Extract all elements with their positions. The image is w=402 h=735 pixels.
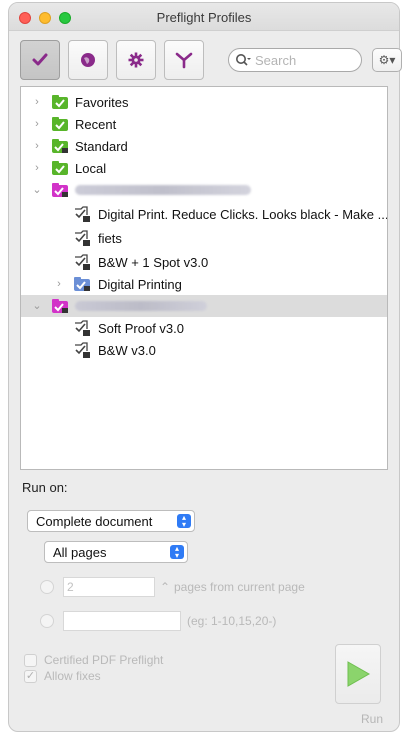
magenta-check-folder-icon bbox=[52, 183, 68, 197]
select-stepper-icon: ▴ ▾ bbox=[177, 514, 191, 529]
play-icon bbox=[347, 661, 371, 687]
run-on-label: Run on: bbox=[22, 480, 68, 495]
blue-check-locked-folder-icon bbox=[74, 277, 90, 291]
pages-from-label: pages from current page bbox=[174, 580, 305, 594]
chevron-right-icon[interactable]: › bbox=[31, 96, 43, 108]
tree-item-label: Soft Proof v3.0 bbox=[98, 320, 184, 336]
gear-icon bbox=[128, 52, 144, 68]
tree-item-label: Favorites bbox=[75, 94, 129, 110]
green-check-folder-icon bbox=[52, 117, 68, 131]
search-icon bbox=[236, 54, 251, 66]
tree-item-label: Standard bbox=[75, 138, 128, 154]
tree-item-label: Digital Printing bbox=[98, 276, 182, 292]
tree-item-profile[interactable]: B&W v3.0 bbox=[21, 339, 387, 361]
locked-profile-icon bbox=[75, 320, 90, 336]
chevron-right-icon[interactable]: › bbox=[31, 162, 43, 174]
tree-item-label: Local bbox=[75, 160, 107, 176]
branch-icon bbox=[175, 52, 193, 69]
certified-pdf-label: Certified PDF Preflight bbox=[44, 653, 164, 667]
page-range-radio[interactable] bbox=[40, 614, 54, 628]
chevron-down-icon[interactable]: ⌄ bbox=[31, 184, 43, 196]
tree-item-local[interactable]: › Local bbox=[21, 157, 387, 179]
pages-from-stepper-icon[interactable]: ⌃ bbox=[160, 580, 170, 594]
chevron-right-icon[interactable]: › bbox=[53, 278, 65, 290]
tree-item-profile[interactable]: Digital Print. Reduce Clicks. Looks blac… bbox=[21, 203, 387, 225]
account-name-redacted bbox=[75, 301, 207, 311]
magenta-check-folder-icon bbox=[52, 299, 68, 313]
scope-select-value: Complete document bbox=[36, 513, 153, 529]
tree-item-digital-printing[interactable]: › Digital Printing bbox=[21, 273, 387, 295]
green-check-folder-icon bbox=[52, 95, 68, 109]
locked-profile-icon bbox=[75, 230, 90, 246]
pages-select[interactable]: All pages ▴ ▾ bbox=[44, 541, 188, 563]
run-button[interactable] bbox=[335, 644, 381, 704]
profiles-button[interactable] bbox=[20, 40, 60, 80]
tree-item-label: fiets bbox=[98, 230, 122, 246]
tree-item-label: B&W v3.0 bbox=[98, 342, 156, 358]
pages-from-radio[interactable] bbox=[40, 580, 54, 594]
fixups-button[interactable] bbox=[116, 40, 156, 80]
toolbar: ⚙▾ bbox=[20, 40, 402, 80]
page-range-input[interactable] bbox=[63, 611, 181, 631]
certified-pdf-checkbox[interactable] bbox=[24, 654, 37, 667]
tree-item-favorites[interactable]: › Favorites bbox=[21, 91, 387, 113]
tree-item-recent[interactable]: › Recent bbox=[21, 113, 387, 135]
tree-item-label: Recent bbox=[75, 116, 117, 132]
allow-fixes-checkbox[interactable]: ✓ bbox=[24, 670, 37, 683]
gear-menu-button[interactable]: ⚙▾ bbox=[372, 48, 402, 72]
tree-item-account[interactable]: ⌄ bbox=[21, 295, 387, 317]
tree-item-profile[interactable]: Soft Proof v3.0 bbox=[21, 317, 387, 339]
locked-profile-icon bbox=[75, 342, 90, 358]
globe-icon bbox=[81, 53, 95, 67]
locked-profile-icon bbox=[75, 254, 90, 270]
tree-item-label: Digital Print. Reduce Clicks. Looks blac… bbox=[98, 206, 388, 222]
tree-item-account[interactable]: ⌄ bbox=[21, 179, 387, 201]
page-range-hint: (eg: 1-10,15,20-) bbox=[187, 614, 277, 628]
search-input[interactable] bbox=[255, 52, 355, 68]
green-check-locked-folder-icon bbox=[52, 139, 68, 153]
gear-dropdown-icon: ⚙▾ bbox=[378, 53, 396, 67]
actions-button[interactable] bbox=[164, 40, 204, 80]
tree-item-profile[interactable]: B&W + 1 Spot v3.0 bbox=[21, 251, 387, 273]
chevron-down-icon[interactable]: ⌄ bbox=[31, 300, 43, 312]
tree-item-profile[interactable]: fiets bbox=[21, 227, 387, 249]
pages-select-value: All pages bbox=[53, 544, 107, 560]
green-check-folder-icon bbox=[52, 161, 68, 175]
tree-item-standard[interactable]: › Standard bbox=[21, 135, 387, 157]
pages-from-input[interactable]: 2 bbox=[63, 577, 155, 597]
checkmark-icon bbox=[32, 53, 48, 66]
window-title: Preflight Profiles bbox=[156, 10, 252, 25]
search-field[interactable] bbox=[228, 48, 362, 72]
chevron-right-icon[interactable]: › bbox=[31, 118, 43, 130]
select-stepper-icon: ▴ ▾ bbox=[170, 545, 184, 560]
chevron-right-icon[interactable]: › bbox=[31, 140, 43, 152]
scope-select[interactable]: Complete document ▴ ▾ bbox=[27, 510, 195, 532]
title-bar: Preflight Profiles bbox=[9, 3, 399, 31]
account-name-redacted bbox=[75, 185, 251, 195]
run-label: Run bbox=[361, 712, 384, 726]
allow-fixes-label: Allow fixes bbox=[44, 669, 101, 683]
tree-item-label: B&W + 1 Spot v3.0 bbox=[98, 254, 209, 270]
profile-tree[interactable]: › Favorites › Recent › Standard › Local … bbox=[20, 86, 388, 470]
locked-profile-icon bbox=[75, 206, 90, 222]
checks-button[interactable] bbox=[68, 40, 108, 80]
